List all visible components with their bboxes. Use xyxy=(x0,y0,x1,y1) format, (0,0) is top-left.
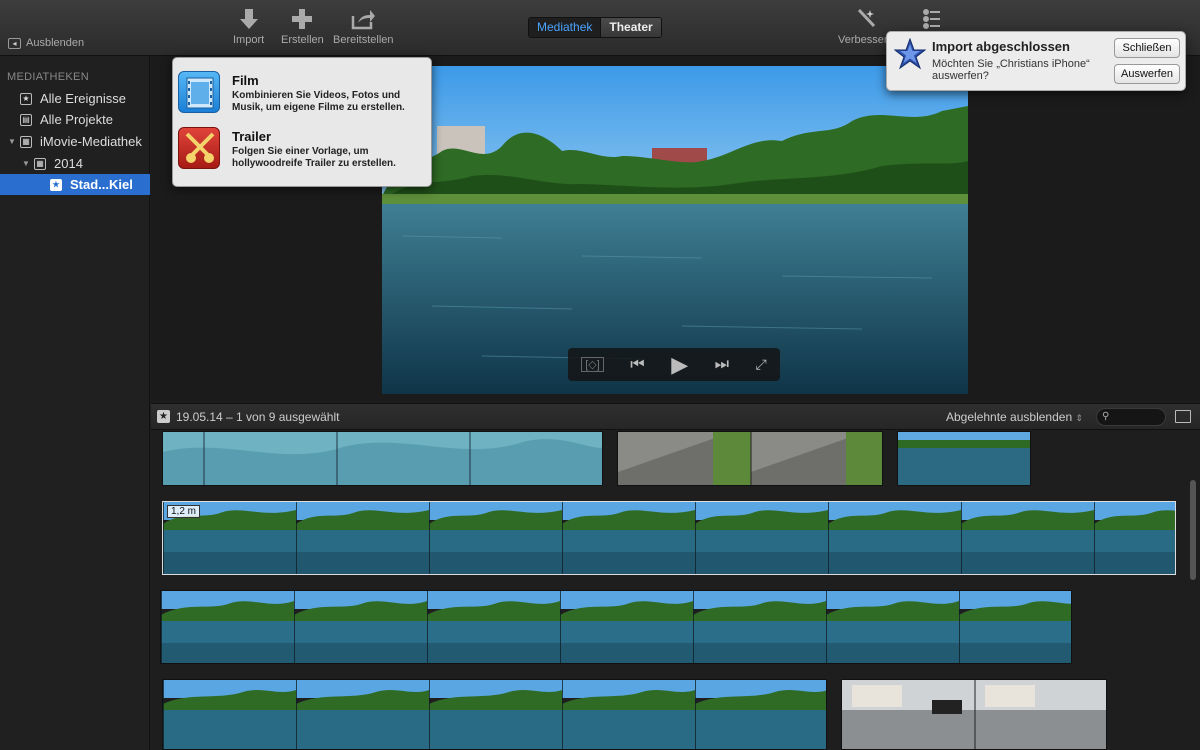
disclosure-triangle-icon[interactable]: ▼ xyxy=(6,137,18,146)
selection-info: 19.05.14 – 1 von 9 ausgewählt xyxy=(176,410,340,424)
clip-lake-row4[interactable] xyxy=(162,679,827,750)
skip-back-icon[interactable]: ⏮ xyxy=(630,356,644,374)
crop-icon[interactable]: [◇] xyxy=(581,357,604,372)
lake-preview-image xyxy=(382,66,968,394)
clip-thumbnail xyxy=(163,502,1175,574)
clip-lake-selected[interactable]: 1,2 m xyxy=(162,501,1176,575)
dropdown-arrows-icon: ⇕ xyxy=(1075,413,1084,423)
libraries-heading: MEDIATHEKEN xyxy=(7,71,89,83)
sidebar-item-imovie-library[interactable]: ▼ ▦ iMovie-Mediathek xyxy=(0,131,150,152)
trailer-spotlight-icon xyxy=(178,127,220,169)
film-title: Film xyxy=(232,73,259,88)
clip-lake-small[interactable] xyxy=(897,431,1031,486)
play-icon[interactable]: ▶ xyxy=(671,352,688,378)
hide-sidebar-label: Ausblenden xyxy=(26,37,85,49)
import-button[interactable]: Import xyxy=(233,8,264,46)
notification-title: Import abgeschlossen xyxy=(932,39,1070,54)
sidebar-item-2014[interactable]: ▼ ▦ 2014 xyxy=(0,153,150,174)
playback-controls: [◇] ⏮ ▶ ⏭ ⤢ xyxy=(568,348,780,381)
library-grid-icon: ▦ xyxy=(20,135,32,148)
favorite-star-icon[interactable]: ★ xyxy=(157,410,170,423)
eject-button[interactable]: Auswerfen xyxy=(1114,64,1180,84)
rejected-filter-dropdown[interactable]: Abgelehnte ausblenden ⇕ xyxy=(946,410,1083,424)
notification-message: Möchten Sie „Christians iPhone“ auswerfe… xyxy=(932,58,1090,82)
star-icon: ★ xyxy=(20,92,32,105)
create-button[interactable]: Erstellen xyxy=(281,8,324,46)
import-arrow-icon xyxy=(239,9,258,29)
library-sidebar: MEDIATHEKEN ★ Alle Ereignisse ▤ Alle Pro… xyxy=(0,56,150,750)
sidebar-toggle-icon: ◂ xyxy=(8,37,21,49)
sidebar-item-all-events[interactable]: ★ Alle Ereignisse xyxy=(0,88,150,109)
clip-thumbnail xyxy=(163,432,602,485)
trailer-description: Folgen Sie einer Vorlage, um hollywoodre… xyxy=(232,146,396,169)
create-trailer-option[interactable]: Trailer Folgen Sie einer Vorlage, um hol… xyxy=(178,127,428,179)
sidebar-item-stad-kiel[interactable]: ★ Stad...Kiel xyxy=(0,174,150,195)
create-label: Erstellen xyxy=(281,34,324,46)
search-icon: ⚲ xyxy=(1102,411,1110,422)
clip-street[interactable] xyxy=(841,679,1107,750)
create-popover: Film Kombinieren Sie Videos, Fotos und M… xyxy=(172,57,432,187)
tab-mediathek[interactable]: Mediathek xyxy=(529,18,602,37)
import-label: Import xyxy=(233,34,265,46)
clip-thumbnail xyxy=(163,680,826,749)
clip-thumbnail xyxy=(618,432,882,485)
imovie-window: ◂ Ausblenden Import Erstellen Bereitstel… xyxy=(0,0,1200,750)
disclosure-triangle-icon[interactable]: ▼ xyxy=(20,159,32,168)
magic-wand-icon xyxy=(857,8,875,28)
event-star-icon: ★ xyxy=(50,178,62,191)
video-preview[interactable] xyxy=(382,66,968,394)
sidebar-item-label: Stad...Kiel xyxy=(70,177,133,192)
sidebar-item-all-projects[interactable]: ▤ Alle Projekte xyxy=(0,109,150,130)
clip-sky[interactable] xyxy=(162,431,603,486)
search-input[interactable]: ⚲ xyxy=(1096,408,1166,426)
adjust-sliders-icon xyxy=(923,9,940,29)
hide-sidebar-button[interactable]: ◂ Ausblenden xyxy=(8,37,84,49)
filmstrip-settings-icon[interactable] xyxy=(1175,410,1191,423)
event-browser: 1,2 m xyxy=(151,431,1200,750)
tab-theater[interactable]: Theater xyxy=(601,18,661,37)
import-notification: Import abgeschlossen Möchten Sie „Christ… xyxy=(886,31,1186,91)
create-film-option[interactable]: Film Kombinieren Sie Videos, Fotos und M… xyxy=(178,71,428,123)
browser-scrollbar[interactable] xyxy=(1190,480,1196,580)
sidebar-item-label: iMovie-Mediathek xyxy=(40,134,142,149)
sidebar-item-label: Alle Projekte xyxy=(40,112,113,127)
skip-forward-icon[interactable]: ⏭ xyxy=(715,356,729,374)
projects-icon: ▤ xyxy=(20,113,32,126)
clip-lake-row3[interactable] xyxy=(160,590,1072,664)
clip-thumbnail xyxy=(898,432,1030,485)
clip-path[interactable] xyxy=(617,431,883,486)
sidebar-item-label: 2014 xyxy=(54,156,83,171)
filter-label: Abgelehnte ausblenden xyxy=(946,410,1073,424)
close-button[interactable]: Schließen xyxy=(1114,38,1180,58)
film-description: Kombinieren Sie Videos, Fotos und Musik,… xyxy=(232,90,405,113)
plus-icon xyxy=(292,9,313,29)
clip-thumbnail xyxy=(842,680,1106,749)
share-button[interactable]: Bereitstellen xyxy=(333,8,394,46)
share-icon xyxy=(352,10,376,30)
share-label: Bereitstellen xyxy=(333,34,394,46)
view-switcher: Mediathek Theater xyxy=(528,17,662,38)
duration-badge: 1,2 m xyxy=(167,505,201,518)
adjust-button[interactable] xyxy=(920,8,942,30)
browser-header: ★ 19.05.14 – 1 von 9 ausgewählt Abgelehn… xyxy=(151,403,1200,430)
fullscreen-icon[interactable]: ⤢ xyxy=(755,356,766,373)
film-icon xyxy=(178,71,220,113)
sidebar-item-label: Alle Ereignisse xyxy=(40,91,126,106)
trailer-title: Trailer xyxy=(232,129,272,144)
calendar-icon: ▦ xyxy=(34,157,46,170)
clip-thumbnail xyxy=(161,591,1071,663)
imovie-star-icon xyxy=(894,38,926,70)
